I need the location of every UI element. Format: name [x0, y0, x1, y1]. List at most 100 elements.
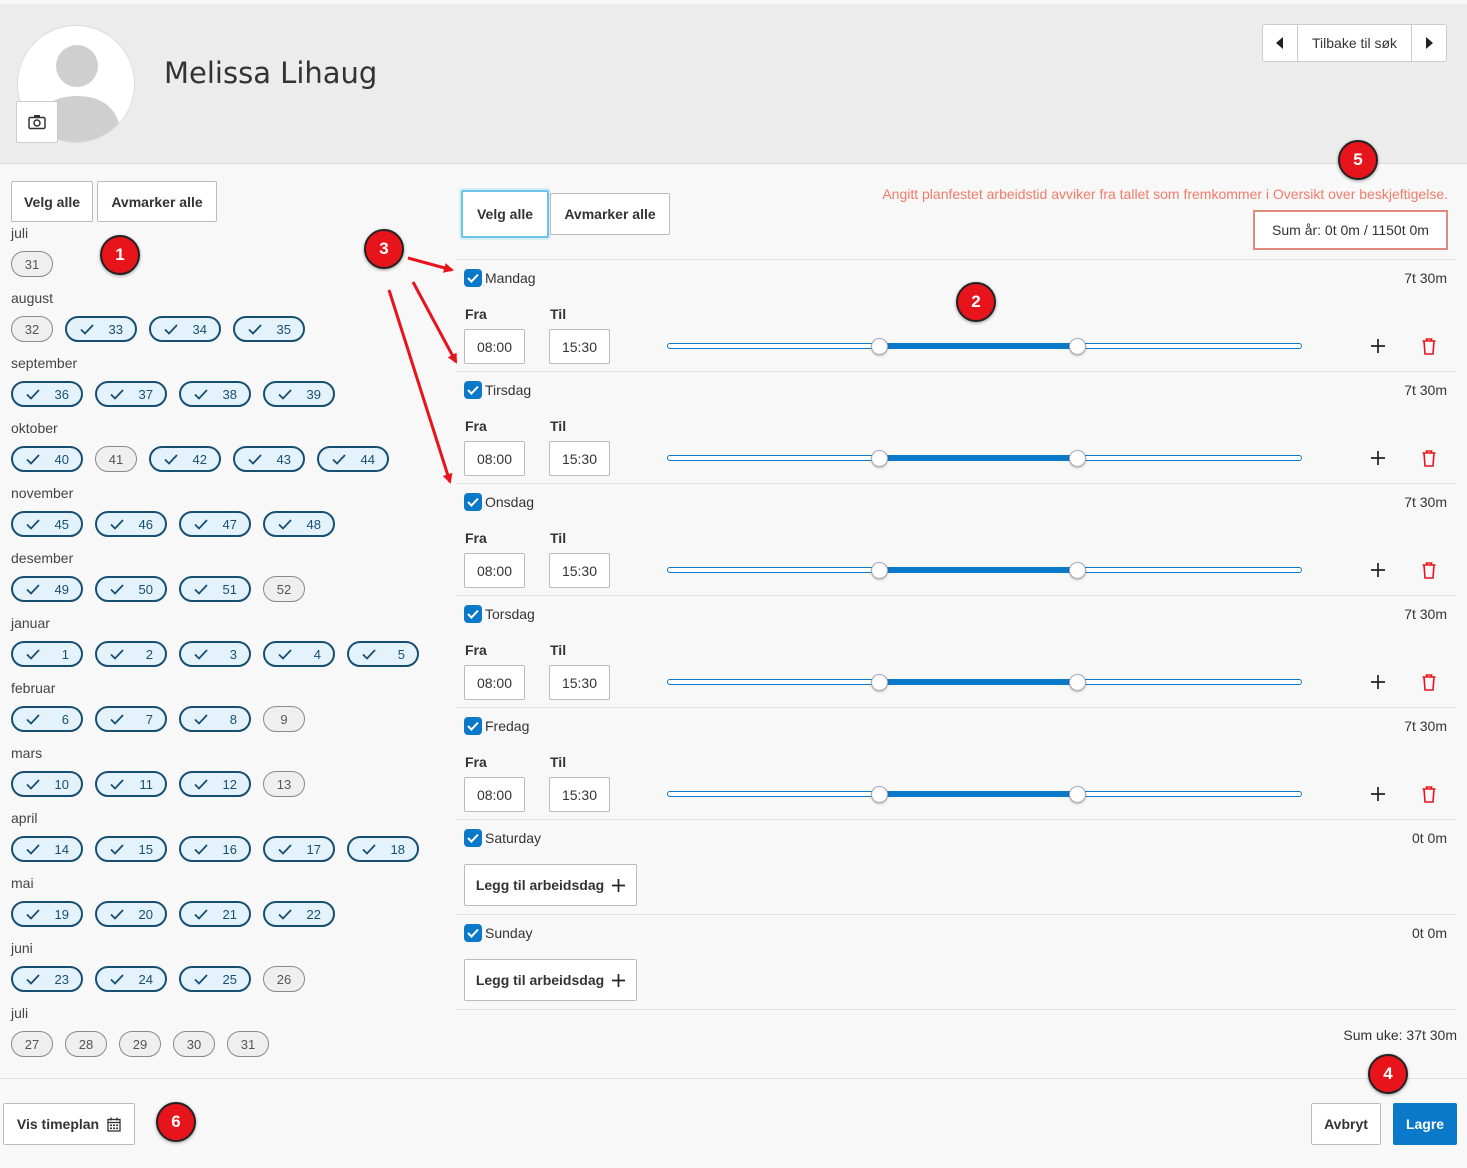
week-chip[interactable]: 2 — [95, 641, 167, 667]
delete-interval-button[interactable] — [1420, 784, 1438, 804]
weeks-select-all-button[interactable]: Velg alle — [11, 181, 93, 222]
week-chip[interactable]: 21 — [179, 901, 251, 927]
slider-start-handle[interactable] — [870, 786, 888, 803]
week-chip[interactable]: 13 — [263, 771, 305, 797]
day-checkbox[interactable] — [464, 269, 482, 287]
week-chip[interactable]: 33 — [65, 316, 137, 342]
week-chip[interactable]: 47 — [179, 511, 251, 537]
week-chip[interactable]: 7 — [95, 706, 167, 732]
day-checkbox[interactable] — [464, 829, 482, 847]
week-chip[interactable]: 41 — [95, 446, 137, 472]
time-range-slider[interactable] — [667, 450, 1302, 467]
week-chip[interactable]: 31 — [227, 1031, 269, 1057]
day-checkbox[interactable] — [464, 493, 482, 511]
week-chip[interactable]: 32 — [11, 316, 53, 342]
add-interval-button[interactable] — [1369, 672, 1387, 692]
week-chip[interactable]: 46 — [95, 511, 167, 537]
to-time-input[interactable]: 15:30 — [549, 777, 610, 812]
days-deselect-all-button[interactable]: Avmarker alle — [550, 193, 670, 235]
from-time-input[interactable]: 08:00 — [464, 665, 525, 700]
week-chip[interactable]: 39 — [263, 381, 335, 407]
delete-interval-button[interactable] — [1420, 336, 1438, 356]
week-chip[interactable]: 28 — [65, 1031, 107, 1057]
add-interval-button[interactable] — [1369, 784, 1387, 804]
from-time-input[interactable]: 08:00 — [464, 777, 525, 812]
week-chip[interactable]: 5 — [347, 641, 419, 667]
from-time-input[interactable]: 08:00 — [464, 441, 525, 476]
delete-interval-button[interactable] — [1420, 448, 1438, 468]
slider-start-handle[interactable] — [870, 338, 888, 355]
slider-start-handle[interactable] — [870, 450, 888, 467]
slider-end-handle[interactable] — [1069, 786, 1087, 803]
week-chip[interactable]: 52 — [263, 576, 305, 602]
weeks-deselect-all-button[interactable]: Avmarker alle — [97, 181, 217, 222]
week-chip[interactable]: 40 — [11, 446, 83, 472]
week-chip[interactable]: 14 — [11, 836, 83, 862]
week-chip[interactable]: 48 — [263, 511, 335, 537]
week-chip[interactable]: 10 — [11, 771, 83, 797]
week-chip[interactable]: 3 — [179, 641, 251, 667]
week-chip[interactable]: 35 — [233, 316, 305, 342]
week-chip[interactable]: 24 — [95, 966, 167, 992]
week-chip[interactable]: 29 — [119, 1031, 161, 1057]
slider-start-handle[interactable] — [870, 674, 888, 691]
day-checkbox[interactable] — [464, 381, 482, 399]
show-schedule-button[interactable]: Vis timeplan — [3, 1103, 135, 1145]
slider-end-handle[interactable] — [1069, 562, 1087, 579]
days-select-all-button[interactable]: Velg alle — [461, 190, 549, 238]
cancel-button[interactable]: Avbryt — [1311, 1103, 1381, 1145]
week-chip[interactable]: 37 — [95, 381, 167, 407]
week-chip[interactable]: 15 — [95, 836, 167, 862]
day-checkbox[interactable] — [464, 717, 482, 735]
time-range-slider[interactable] — [667, 338, 1302, 355]
to-time-input[interactable]: 15:30 — [549, 329, 610, 364]
slider-start-handle[interactable] — [870, 562, 888, 579]
from-time-input[interactable]: 08:00 — [464, 329, 525, 364]
week-chip[interactable]: 34 — [149, 316, 221, 342]
week-chip[interactable]: 9 — [263, 706, 305, 732]
previous-result-button[interactable] — [1263, 25, 1297, 61]
change-photo-button[interactable] — [16, 101, 58, 143]
week-chip[interactable]: 30 — [173, 1031, 215, 1057]
back-to-search-button[interactable]: Tilbake til søk — [1297, 25, 1413, 61]
week-chip[interactable]: 6 — [11, 706, 83, 732]
week-chip[interactable]: 51 — [179, 576, 251, 602]
week-chip[interactable]: 38 — [179, 381, 251, 407]
week-chip[interactable]: 31 — [11, 251, 53, 277]
week-chip[interactable]: 43 — [233, 446, 305, 472]
delete-interval-button[interactable] — [1420, 672, 1438, 692]
week-chip[interactable]: 1 — [11, 641, 83, 667]
week-chip[interactable]: 44 — [317, 446, 389, 472]
week-chip[interactable]: 26 — [263, 966, 305, 992]
slider-end-handle[interactable] — [1069, 450, 1087, 467]
week-chip[interactable]: 12 — [179, 771, 251, 797]
from-time-input[interactable]: 08:00 — [464, 553, 525, 588]
time-range-slider[interactable] — [667, 674, 1302, 691]
week-chip[interactable]: 27 — [11, 1031, 53, 1057]
to-time-input[interactable]: 15:30 — [549, 441, 610, 476]
to-time-input[interactable]: 15:30 — [549, 553, 610, 588]
week-chip[interactable]: 16 — [179, 836, 251, 862]
week-chip[interactable]: 42 — [149, 446, 221, 472]
week-chip[interactable]: 50 — [95, 576, 167, 602]
week-chip[interactable]: 23 — [11, 966, 83, 992]
day-checkbox[interactable] — [464, 924, 482, 942]
time-range-slider[interactable] — [667, 786, 1302, 803]
week-chip[interactable]: 17 — [263, 836, 335, 862]
slider-end-handle[interactable] — [1069, 674, 1087, 691]
week-chip[interactable]: 4 — [263, 641, 335, 667]
time-range-slider[interactable] — [667, 562, 1302, 579]
add-interval-button[interactable] — [1369, 448, 1387, 468]
week-chip[interactable]: 8 — [179, 706, 251, 732]
week-chip[interactable]: 25 — [179, 966, 251, 992]
to-time-input[interactable]: 15:30 — [549, 665, 610, 700]
add-workday-button[interactable]: Legg til arbeidsdag — [464, 864, 637, 906]
next-result-button[interactable] — [1412, 25, 1446, 61]
week-chip[interactable]: 36 — [11, 381, 83, 407]
week-chip[interactable]: 22 — [263, 901, 335, 927]
week-chip[interactable]: 19 — [11, 901, 83, 927]
week-chip[interactable]: 18 — [347, 836, 419, 862]
slider-end-handle[interactable] — [1069, 338, 1087, 355]
week-chip[interactable]: 20 — [95, 901, 167, 927]
delete-interval-button[interactable] — [1420, 560, 1438, 580]
